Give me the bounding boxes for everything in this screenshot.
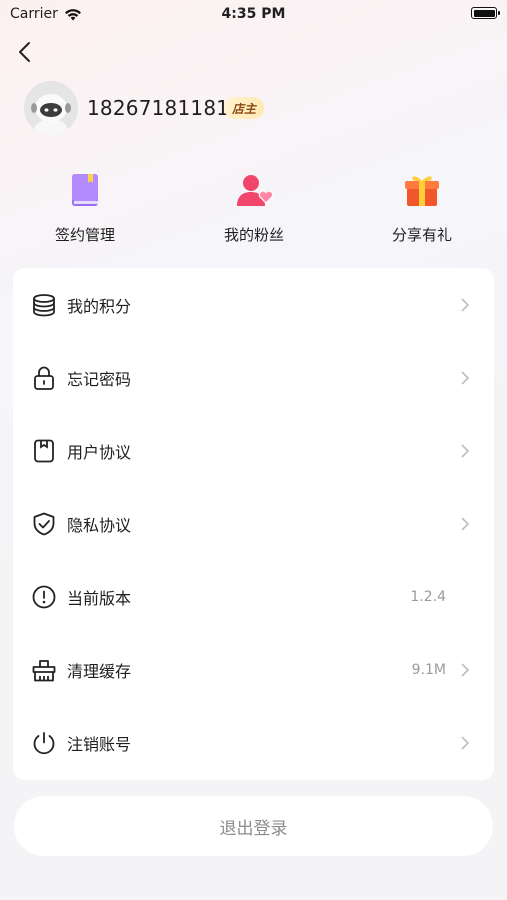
- quick-action-share-gift[interactable]: 分享有礼: [362, 170, 482, 245]
- fans-icon: [237, 175, 274, 206]
- role-badge: 店主: [224, 97, 265, 119]
- quick-action-label: 分享有礼: [391, 226, 452, 244]
- chevron-right-icon: [461, 516, 470, 531]
- chevron-right-icon: [461, 370, 470, 385]
- info-icon: [32, 585, 56, 608]
- robot-avatar-icon: [24, 81, 78, 135]
- logout-button[interactable]: 退出登录: [14, 796, 493, 856]
- quick-action-sign-management[interactable]: 签约管理: [25, 170, 145, 245]
- coins-icon: [33, 293, 55, 316]
- menu-item-current-version[interactable]: 当前版本 1.2.4: [13, 560, 494, 633]
- chevron-right-icon: [461, 297, 470, 312]
- lock-icon: [34, 366, 54, 390]
- cache-size-value: 9.1M: [411, 661, 446, 678]
- gift-icon: [405, 176, 439, 206]
- menu-item-points[interactable]: 我的积分: [13, 268, 494, 341]
- menu-item-clear-cache[interactable]: 清理缓存 9.1M: [13, 633, 494, 706]
- menu-item-delete-account[interactable]: 注销账号: [13, 706, 494, 779]
- menu-item-forgot-password[interactable]: 忘记密码: [13, 341, 494, 414]
- quick-action-label: 我的粉丝: [223, 226, 284, 244]
- document-icon: [34, 439, 54, 462]
- power-icon: [33, 731, 55, 754]
- basket-icon: [32, 659, 56, 681]
- avatar[interactable]: [24, 81, 78, 135]
- battery-icon: [471, 7, 500, 19]
- chevron-right-icon: [461, 662, 470, 677]
- menu-item-label: 忘记密码: [67, 369, 132, 389]
- settings-menu-card: 我的积分 忘记密码 用户协议 隐私协议 当前版本 1.2.4 清理缓存 9.1M…: [13, 268, 494, 780]
- menu-item-label: 清理缓存: [67, 661, 132, 681]
- menu-item-label: 隐私协议: [67, 515, 132, 535]
- shield-check-icon: [33, 512, 55, 535]
- quick-action-label: 签约管理: [54, 226, 115, 244]
- menu-item-label: 当前版本: [67, 588, 132, 608]
- status-bar: Carrier 4:35 PM: [0, 0, 507, 28]
- menu-item-label: 用户协议: [67, 442, 132, 462]
- menu-item-label: 注销账号: [67, 734, 132, 754]
- version-value: 1.2.4: [410, 588, 446, 605]
- menu-item-privacy-policy[interactable]: 隐私协议: [13, 487, 494, 560]
- book-icon: [72, 174, 98, 206]
- phone-number: 18267181181: [87, 96, 230, 120]
- back-chevron-icon[interactable]: [14, 40, 38, 64]
- chevron-right-icon: [461, 735, 470, 750]
- menu-item-label: 我的积分: [67, 296, 132, 316]
- clock: 4:35 PM: [221, 6, 286, 22]
- quick-action-my-fans[interactable]: 我的粉丝: [194, 170, 314, 245]
- chevron-right-icon: [461, 443, 470, 458]
- menu-item-user-agreement[interactable]: 用户协议: [13, 414, 494, 487]
